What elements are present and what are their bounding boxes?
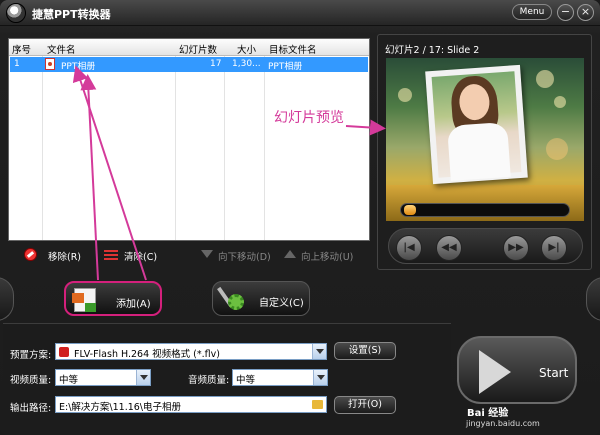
app-logo-icon bbox=[6, 3, 26, 23]
clear-button[interactable]: 清除(C) bbox=[104, 247, 166, 263]
tools-icon bbox=[217, 286, 246, 312]
video-quality-select[interactable]: 中等 bbox=[55, 369, 151, 386]
column-header-slides[interactable]: 幻灯片数 bbox=[179, 42, 217, 56]
preview-panel: 幻灯片2 / 17: Slide 2 |◀ ◀◀ ▶▶ ▶| bbox=[377, 34, 592, 270]
row-file-name: PPT相册 bbox=[61, 62, 96, 72]
row-size: 1,30... bbox=[232, 59, 261, 69]
watermark-url: jingyan.baidu.com bbox=[466, 419, 540, 428]
add-ppt-icon bbox=[72, 288, 96, 312]
remove-button-label: 移除(R) bbox=[48, 252, 82, 263]
slide-preview-image bbox=[386, 58, 584, 221]
output-path-value: E:\解决方案\11.16\电子相册 bbox=[59, 402, 182, 413]
add-button[interactable]: 添加(A) bbox=[64, 281, 162, 316]
move-up-button[interactable]: 向上移动(U) bbox=[283, 247, 363, 263]
right-side-decoration bbox=[586, 277, 600, 321]
chevron-down-icon[interactable] bbox=[313, 370, 327, 385]
previous-slide-button[interactable]: ◀◀ bbox=[436, 235, 462, 261]
video-quality-value: 中等 bbox=[59, 375, 79, 386]
customize-button-label: 自定义(C) bbox=[259, 298, 304, 309]
customize-button[interactable]: 自定义(C) bbox=[212, 281, 310, 316]
move-down-label: 向下移动(D) bbox=[218, 252, 271, 263]
start-button[interactable]: Start bbox=[457, 336, 577, 404]
row-target-name: PPT相册 bbox=[268, 62, 303, 72]
play-icon bbox=[479, 350, 511, 394]
column-divider bbox=[42, 56, 43, 240]
audio-quality-label: 音频质量: bbox=[188, 375, 230, 386]
move-up-label: 向上移动(U) bbox=[301, 252, 354, 263]
app-window: 捷慧PPT转换器 Menu − × 序号 文件名 幻灯片数 大小 目标文件名 1… bbox=[0, 0, 600, 435]
preview-annotation: 幻灯片预览 bbox=[274, 110, 344, 126]
move-down-button[interactable]: 向下移动(D) bbox=[200, 247, 280, 263]
video-quality-label: 视频质量: bbox=[10, 375, 52, 386]
folder-icon[interactable] bbox=[312, 400, 323, 409]
chevron-down-icon[interactable] bbox=[136, 370, 150, 385]
arrow-up-icon bbox=[284, 250, 296, 258]
clear-list-icon bbox=[104, 249, 118, 261]
column-divider bbox=[264, 56, 265, 240]
photo-frame bbox=[425, 64, 528, 185]
column-header-index[interactable]: 序号 bbox=[12, 42, 31, 56]
preset-label: 预置方案: bbox=[10, 350, 52, 361]
minimize-button[interactable]: − bbox=[557, 4, 574, 21]
output-settings: 预置方案: FLV-Flash H.264 视频格式 (*.flv) 设置(S)… bbox=[3, 323, 451, 430]
arrow-down-icon bbox=[201, 250, 213, 258]
close-button[interactable]: × bbox=[577, 4, 594, 21]
audio-quality-select[interactable]: 中等 bbox=[232, 369, 328, 386]
chevron-down-icon[interactable] bbox=[312, 344, 326, 359]
remove-button[interactable]: 移除(R) bbox=[24, 247, 84, 263]
next-slide-button[interactable]: ▶▶ bbox=[503, 235, 529, 261]
column-divider bbox=[224, 56, 225, 240]
menu-button-label: Menu bbox=[519, 7, 545, 17]
column-header-target-name[interactable]: 目标文件名 bbox=[269, 42, 317, 56]
column-divider bbox=[175, 56, 176, 240]
left-side-decoration bbox=[0, 277, 14, 321]
row-index: 1 bbox=[14, 59, 20, 69]
preset-select[interactable]: FLV-Flash H.264 视频格式 (*.flv) bbox=[55, 343, 327, 360]
table-row[interactable]: 1 PPT相册 17 1,30... PPT相册 bbox=[10, 57, 368, 72]
watermark: Bai 经验 bbox=[467, 408, 509, 419]
list-toolbar: 移除(R) 清除(C) 向下移动(D) 向上移动(U) bbox=[8, 245, 370, 267]
column-header-file-name[interactable]: 文件名 bbox=[47, 42, 76, 56]
file-list-header: 序号 文件名 幻灯片数 大小 目标文件名 bbox=[9, 39, 369, 56]
window-title: 捷慧PPT转换器 bbox=[32, 8, 111, 21]
flv-format-icon bbox=[59, 347, 69, 357]
audio-quality-value: 中等 bbox=[236, 375, 256, 386]
file-list[interactable]: 序号 文件名 幻灯片数 大小 目标文件名 1 PPT相册 17 1,30... … bbox=[8, 38, 370, 241]
ppt-file-icon bbox=[45, 58, 55, 70]
output-path-label: 输出路径: bbox=[10, 403, 52, 414]
preview-title: 幻灯片2 / 17: Slide 2 bbox=[385, 45, 480, 56]
seek-handle[interactable] bbox=[404, 205, 416, 215]
row-slides: 17 bbox=[210, 59, 222, 69]
add-button-label: 添加(A) bbox=[116, 299, 151, 310]
output-path-input[interactable]: E:\解决方案\11.16\电子相册 bbox=[55, 396, 327, 413]
remove-icon bbox=[24, 248, 37, 261]
title-bar[interactable]: 捷慧PPT转换器 Menu − × bbox=[0, 0, 600, 26]
column-header-size[interactable]: 大小 bbox=[237, 42, 256, 56]
menu-button[interactable]: Menu bbox=[512, 4, 552, 20]
open-folder-button[interactable]: 打开(O) bbox=[334, 396, 396, 414]
preset-value: FLV-Flash H.264 视频格式 (*.flv) bbox=[74, 349, 220, 360]
seek-bar[interactable] bbox=[400, 203, 570, 217]
first-slide-button[interactable]: |◀ bbox=[396, 235, 422, 261]
clear-button-label: 清除(C) bbox=[124, 252, 158, 263]
last-slide-button[interactable]: ▶| bbox=[541, 235, 567, 261]
setup-button[interactable]: 设置(S) bbox=[334, 342, 396, 360]
start-button-label: Start bbox=[539, 366, 569, 380]
